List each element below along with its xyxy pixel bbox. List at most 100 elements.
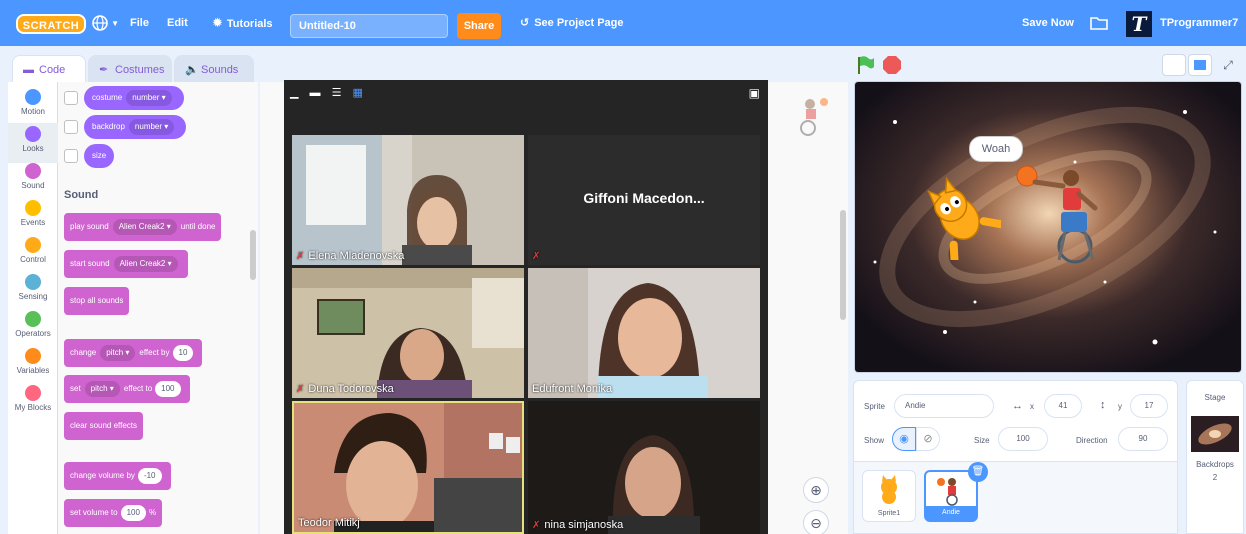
size-input[interactable]: 100 — [998, 427, 1048, 451]
video-tile[interactable]: Giffoni Macedon... ✗ — [528, 135, 760, 265]
video-tile-active-speaker[interactable]: Teodor Mitikj — [292, 401, 524, 534]
show-visible-button[interactable]: ◉ — [892, 427, 916, 451]
category-dot-icon — [25, 311, 41, 327]
category-sensing[interactable]: Sensing — [8, 271, 58, 311]
sprite-thumbnail[interactable]: Sprite1 — [862, 470, 916, 522]
delete-sprite-button[interactable]: 🗑 — [968, 462, 988, 482]
category-sound[interactable]: Sound — [8, 160, 58, 200]
project-title-input[interactable]: Untitled-10 — [290, 14, 448, 38]
effect-dropdown[interactable]: pitch ▾ — [84, 381, 120, 397]
category-label: Motion — [20, 107, 45, 116]
video-tile[interactable]: Edufront Monika — [528, 268, 760, 398]
small-stage-button[interactable] — [1162, 54, 1186, 76]
clear-sound-effects-block[interactable]: clear sound effects — [64, 412, 144, 440]
y-position-input[interactable]: 17 — [1130, 394, 1168, 418]
set-volume-block[interactable]: set volume to 100% — [64, 499, 163, 527]
participant-name: ✗ Elena Mladenovska — [296, 250, 405, 262]
tab-costumes-label: Costumes — [115, 64, 165, 76]
zoom-in-button[interactable]: ⊕ — [803, 477, 829, 503]
tutorials-menu[interactable]: ✹ Tutorials — [212, 0, 273, 46]
stage-selector-panel[interactable]: Stage Backdrops 2 — [1186, 380, 1244, 534]
backdrop-dropdown[interactable]: number ▾ — [128, 119, 175, 135]
sound-dropdown[interactable]: Alien Creak2 ▾ — [113, 256, 178, 272]
category-my-blocks[interactable]: My Blocks — [8, 382, 58, 422]
set-volume-input[interactable]: 100 — [120, 505, 146, 521]
category-looks[interactable]: Looks — [8, 123, 58, 163]
set-effect-block[interactable]: set pitch ▾ effect to 100 — [64, 375, 190, 403]
play-sound-until-done-block[interactable]: play sound Alien Creak2 ▾ until done — [64, 213, 222, 241]
show-hidden-button[interactable]: ⊘ — [916, 427, 940, 451]
size-checkbox[interactable] — [64, 149, 78, 163]
size-label: Size — [974, 436, 990, 445]
block-label: set — [70, 384, 81, 393]
direction-input[interactable]: 90 — [1118, 427, 1168, 451]
x-position-input[interactable]: 41 — [1044, 394, 1082, 418]
backdrops-count: 2 — [1212, 473, 1218, 482]
category-events[interactable]: Events — [8, 197, 58, 237]
fullscreen-button[interactable]: ⤢ — [1216, 54, 1240, 76]
video-tile[interactable]: ✗ Duna Todorovska — [292, 268, 524, 398]
start-sound-block[interactable]: start sound Alien Creak2 ▾ — [64, 250, 188, 278]
costume-checkbox[interactable] — [64, 91, 78, 105]
layout-minimal-icon[interactable]: ▁ — [290, 87, 298, 99]
size-reporter-block[interactable]: size — [84, 144, 115, 168]
zoom-out-button[interactable]: ⊖ — [803, 510, 829, 534]
dropdown-value: pitch — [90, 384, 108, 393]
mic-muted-icon: ✗ — [532, 251, 541, 262]
layout-stack-icon[interactable]: ☰ — [332, 87, 342, 99]
layout-grid-icon[interactable]: ▦ — [353, 87, 363, 99]
avatar[interactable]: T — [1126, 11, 1152, 37]
effect-to-input[interactable]: 100 — [155, 381, 181, 397]
scratch-logo[interactable]: SCRATCH — [16, 14, 86, 34]
file-menu[interactable]: File — [130, 0, 149, 46]
backdrop-checkbox[interactable] — [64, 120, 78, 134]
participant-video — [292, 135, 524, 265]
account-menu[interactable]: TProgrammer7 ▼ — [1160, 0, 1246, 74]
effect-by-input[interactable]: 10 — [172, 345, 194, 361]
change-volume-input[interactable]: -10 — [137, 468, 162, 484]
see-project-page-button[interactable]: ↺ See Project Page — [520, 0, 624, 46]
category-variables[interactable]: Variables — [8, 345, 58, 385]
category-operators[interactable]: Operators — [8, 308, 58, 348]
backdrop-reporter-block[interactable]: backdrop number ▾ — [84, 115, 187, 139]
share-button[interactable]: Share — [457, 13, 501, 39]
backdrop-thumbnail — [1191, 416, 1239, 452]
tab-costumes[interactable]: ✒ Costumes — [88, 55, 172, 83]
normal-stage-button[interactable] — [1188, 54, 1212, 76]
andie-sprite-icon[interactable] — [1015, 160, 1125, 270]
edit-menu[interactable]: Edit — [167, 0, 188, 46]
workspace-scrollbar[interactable] — [840, 210, 846, 320]
effect-dropdown[interactable]: pitch ▾ — [100, 345, 136, 361]
change-volume-block[interactable]: change volume by -10 — [64, 462, 171, 490]
category-control[interactable]: Control — [8, 234, 58, 274]
folder-icon[interactable] — [1090, 0, 1108, 46]
green-flag-icon[interactable] — [854, 54, 876, 76]
save-now-button[interactable]: Save Now — [1022, 0, 1074, 46]
costume-reporter-block[interactable]: costume number ▾ — [84, 86, 184, 110]
x-label: x — [1030, 402, 1034, 411]
video-tile[interactable]: ✗ Elena Mladenovska — [292, 135, 524, 265]
palette-scrollbar[interactable] — [250, 230, 256, 280]
video-tile[interactable]: ✗ nina simjanoska — [528, 401, 760, 534]
video-call-window: ▁ ▬ ☰ ▦ ▣ ✗ Elena Mladenovska Giffoni Mac… — [284, 80, 768, 534]
tab-sounds[interactable]: 🔈 Sounds — [174, 55, 254, 83]
speech-bubble: Woah — [969, 136, 1023, 162]
category-motion[interactable]: Motion — [8, 86, 58, 126]
sprite-name-input[interactable]: Andie — [894, 394, 994, 418]
stop-icon[interactable] — [882, 55, 902, 75]
video-toolbar: ▁ ▬ ☰ ▦ — [290, 86, 363, 102]
tab-code[interactable]: ▬ Code — [12, 55, 86, 83]
category-dot-icon — [25, 89, 41, 105]
stage-canvas[interactable]: Woah — [854, 81, 1242, 373]
change-effect-block[interactable]: change pitch ▾ effect by 10 — [64, 339, 203, 367]
block-label: effect to — [123, 384, 153, 393]
stop-all-sounds-block[interactable]: stop all sounds — [64, 287, 130, 315]
block-label: start sound — [70, 259, 110, 268]
fullscreen-toggle-icon[interactable]: ▣ — [749, 86, 760, 100]
costume-dropdown[interactable]: number ▾ — [126, 90, 172, 106]
layout-single-icon[interactable]: ▬ — [310, 87, 321, 99]
sound-dropdown[interactable]: Alien Creak2 ▾ — [112, 219, 177, 235]
block-label: effect by — [139, 348, 170, 357]
language-menu[interactable]: ▼ — [92, 0, 119, 46]
cat-sprite-icon[interactable] — [919, 174, 1001, 260]
